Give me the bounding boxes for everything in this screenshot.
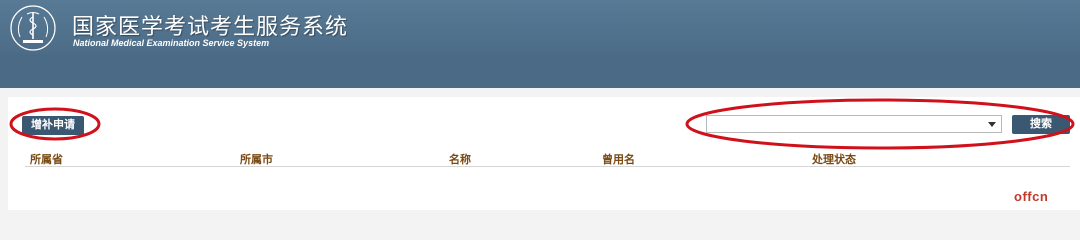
annotation-overlay xyxy=(9,98,1075,150)
offcn-watermark: offcn xyxy=(1014,189,1049,204)
annotation-circle-add-button xyxy=(9,107,101,141)
annotation-circle-search-area xyxy=(685,98,1075,150)
